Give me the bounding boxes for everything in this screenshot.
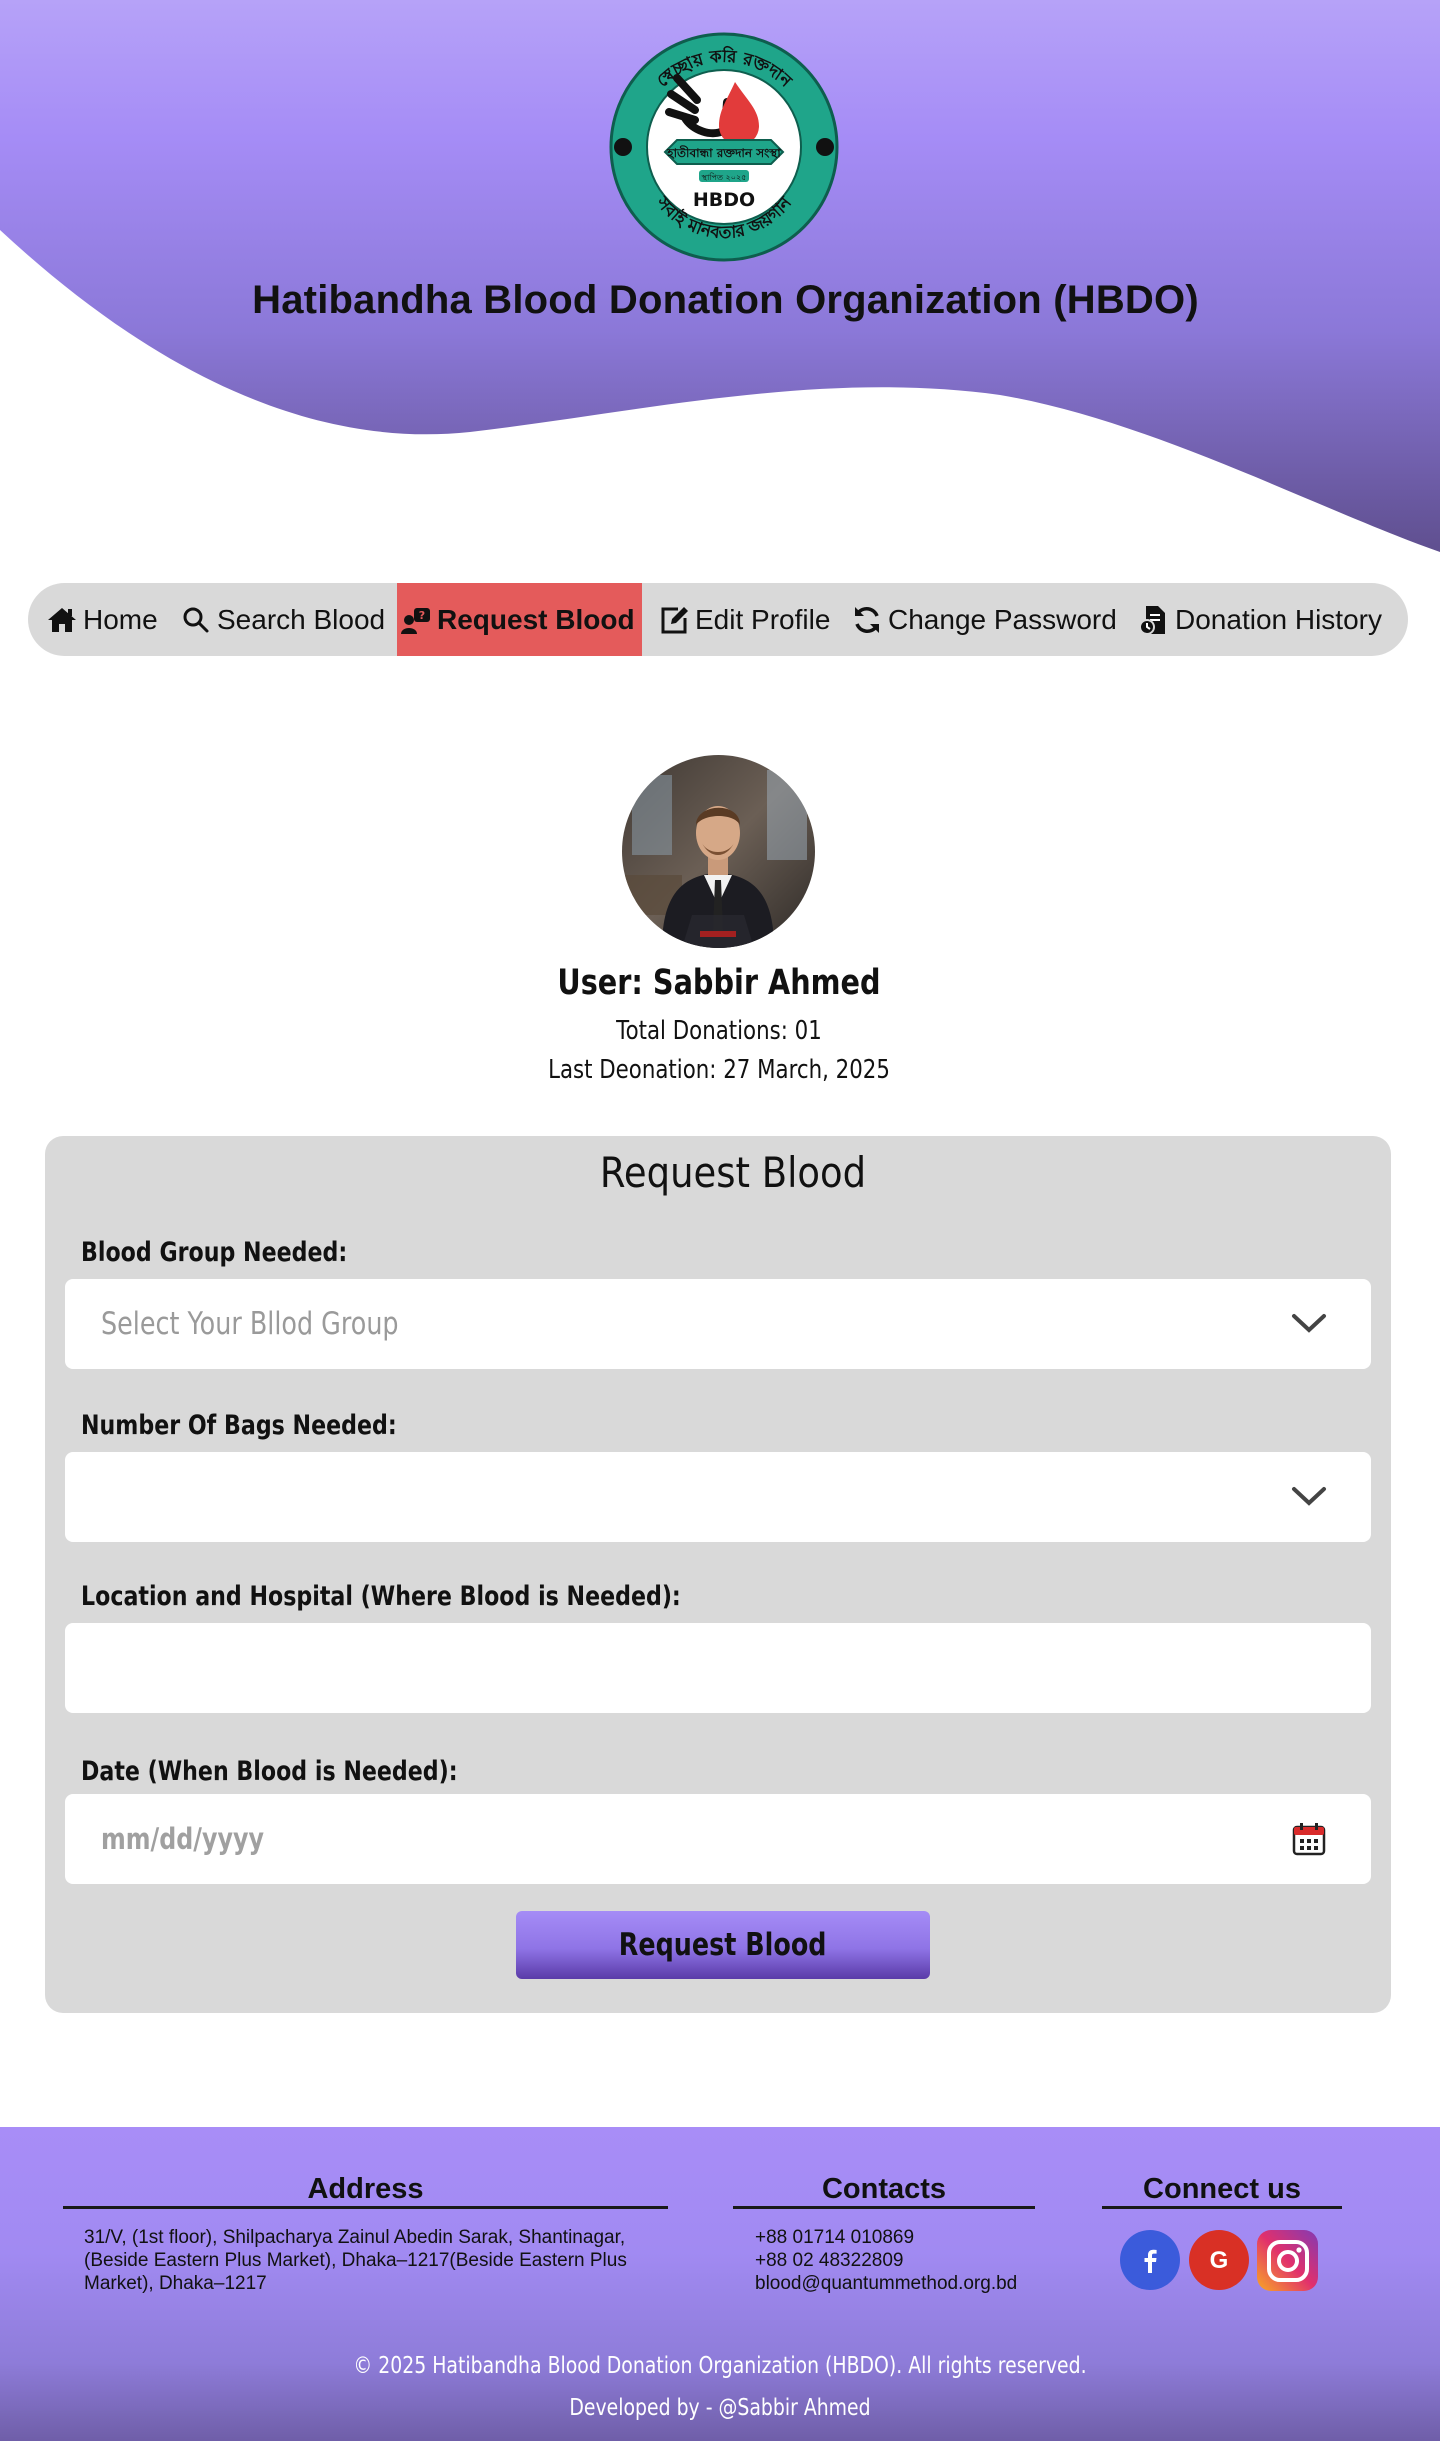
main-nav: Home Search Blood ? Request Blood Edit P… bbox=[28, 583, 1408, 656]
bags-select[interactable] bbox=[65, 1452, 1371, 1542]
nav-search-blood[interactable]: Search Blood bbox=[180, 583, 385, 656]
footer-phone-2[interactable]: +88 02 48322809 bbox=[755, 2249, 903, 2272]
search-icon bbox=[183, 607, 209, 632]
user-avatar bbox=[622, 755, 815, 948]
edit-icon bbox=[661, 606, 688, 633]
svg-text:হাতীবান্ধা রক্তদান সংস্থা: হাতীবান্ধা রক্তদান সংস্থা bbox=[666, 145, 781, 160]
instagram-button[interactable] bbox=[1257, 2230, 1318, 2291]
nav-home-label: Home bbox=[83, 603, 158, 635]
request-blood-button[interactable]: Request Blood bbox=[516, 1911, 930, 1979]
user-photo bbox=[622, 755, 815, 948]
footer-phone-1[interactable]: +88 01714 010869 bbox=[755, 2226, 914, 2249]
form-title: Request Blood bbox=[599, 1148, 867, 1197]
home-icon bbox=[48, 607, 76, 632]
nav-request-blood[interactable]: ? Request Blood bbox=[397, 583, 642, 656]
nav-search-blood-label: Search Blood bbox=[217, 603, 386, 635]
footer-address-title: Address bbox=[307, 2173, 424, 2205]
history-icon bbox=[1139, 605, 1165, 635]
footer-address-divider bbox=[63, 2206, 668, 2209]
nav-change-password[interactable]: Change Password bbox=[851, 583, 1117, 656]
nav-edit-profile-label: Edit Profile bbox=[695, 603, 831, 635]
bags-label: Number Of Bags Needed: bbox=[81, 1410, 397, 1441]
site-header: স্বেচ্ছায় করি রক্তদান সবাই মানবতার জয়গ… bbox=[0, 0, 1440, 560]
svg-text:?: ? bbox=[419, 609, 425, 622]
footer-contacts-divider bbox=[733, 2206, 1035, 2209]
footer-email[interactable]: blood@quantummethod.org.bd bbox=[755, 2272, 1017, 2295]
refresh-icon bbox=[855, 606, 879, 633]
last-donation: Last Deonation: 27 March, 2025 bbox=[548, 1055, 890, 1085]
footer-address-text: 31/V, (1st floor), Shilpacharya Zainul A… bbox=[84, 2227, 627, 2294]
nav-change-password-label: Change Password bbox=[888, 603, 1117, 635]
nav-request-blood-label: Request Blood bbox=[437, 603, 635, 635]
date-label: Date (When Blood is Needed): bbox=[81, 1756, 458, 1787]
facebook-button[interactable] bbox=[1120, 2230, 1180, 2290]
site-title: Hatibandha Blood Donation Organization (… bbox=[252, 278, 1199, 322]
nav-donation-history-label: Donation History bbox=[1175, 603, 1382, 635]
calendar-icon[interactable] bbox=[1291, 1821, 1327, 1857]
blood-group-select[interactable]: Select Your Bllod Group bbox=[65, 1279, 1371, 1369]
date-placeholder: mm/dd/yyyy bbox=[101, 1822, 264, 1856]
google-icon: G bbox=[1210, 2247, 1229, 2274]
chevron-down-icon bbox=[1292, 1487, 1326, 1506]
location-label: Location and Hospital (Where Blood is Ne… bbox=[81, 1581, 681, 1612]
google-button[interactable]: G bbox=[1189, 2230, 1249, 2290]
svg-text:স্থাপিত ২০২৫: স্থাপিত ২০২৫ bbox=[701, 173, 747, 182]
copyright: © 2025 Hatibandha Blood Donation Organiz… bbox=[353, 2353, 1087, 2379]
nav-edit-profile[interactable]: Edit Profile bbox=[658, 583, 830, 656]
instagram-icon bbox=[1266, 2239, 1309, 2282]
request-blood-button-label: Request Blood bbox=[619, 1927, 827, 1963]
facebook-icon bbox=[1144, 2249, 1157, 2273]
blood-group-label: Blood Group Needed: bbox=[81, 1237, 348, 1268]
svg-text:HBDO: HBDO bbox=[693, 189, 755, 211]
nav-home[interactable]: Home bbox=[46, 583, 158, 656]
chevron-down-icon bbox=[1292, 1314, 1326, 1333]
footer-connect-title: Connect us bbox=[1143, 2173, 1301, 2205]
developer-credit: Developed by - @Sabbir Ahmed bbox=[569, 2395, 871, 2421]
user-name: User: Sabbir Ahmed bbox=[557, 963, 881, 1003]
svg-text:G: G bbox=[1210, 2247, 1229, 2274]
date-input[interactable]: mm/dd/yyyy bbox=[65, 1794, 1371, 1884]
location-input[interactable] bbox=[65, 1623, 1371, 1713]
footer-connect-divider bbox=[1102, 2206, 1342, 2209]
blood-group-placeholder: Select Your Bllod Group bbox=[101, 1306, 399, 1342]
hbdo-logo: স্বেচ্ছায় করি রক্তদান সবাই মানবতার জয়গ… bbox=[609, 32, 839, 262]
total-donations: Total Donations: 01 bbox=[616, 1016, 822, 1046]
nav-donation-history[interactable]: Donation History bbox=[1138, 583, 1382, 656]
request-icon: ? bbox=[401, 607, 430, 634]
footer-contacts-title: Contacts bbox=[821, 2173, 947, 2205]
